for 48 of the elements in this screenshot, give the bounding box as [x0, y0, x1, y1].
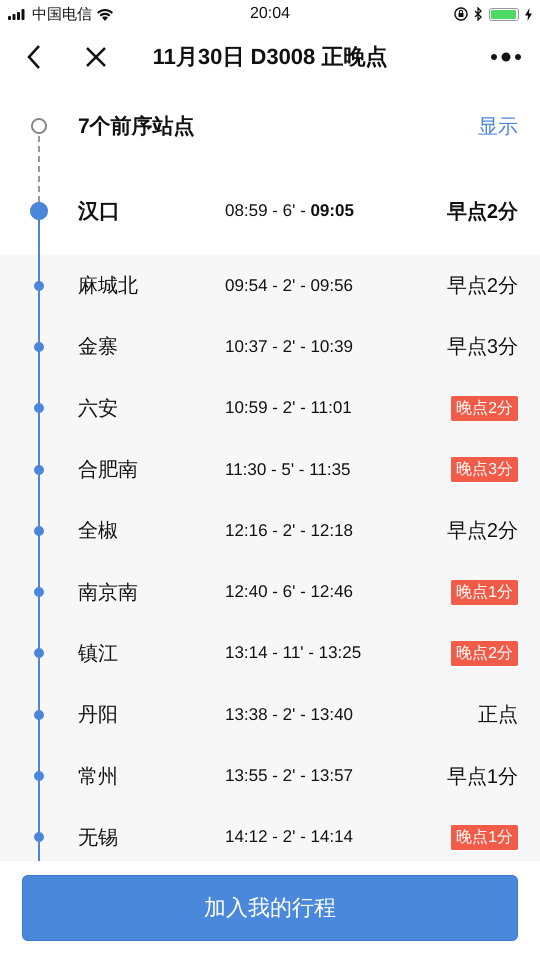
station-name: 合肥南: [78, 458, 139, 484]
station-name: 全椒: [78, 519, 119, 544]
stop-circle: [31, 118, 47, 134]
stop-times: 14:12 - 2' - 14:14: [225, 827, 354, 848]
delay-badge: 晚点2分: [451, 396, 518, 421]
status-text: 早点3分: [446, 335, 518, 360]
stop-times: 13:38 - 2' - 13:40: [225, 704, 354, 725]
status-text: 早点2分: [446, 274, 518, 300]
clock-time: 20:04: [250, 5, 290, 23]
status-text: 正点: [478, 703, 518, 728]
stop-times: 10:59 - 2' - 11:01: [225, 398, 353, 418]
charging-bolt-icon: [525, 8, 532, 20]
status-text: 早点2分: [446, 200, 518, 224]
stop-times: 10:37 - 2' - 10:39: [225, 336, 354, 357]
station-name: 常州: [78, 764, 119, 790]
station-name: 丹阳: [78, 703, 119, 728]
back-icon[interactable]: [27, 44, 41, 70]
previous-stops-label: 7个前序站点: [78, 114, 196, 140]
rotation-lock-icon: [454, 7, 468, 21]
station-name: 六安: [78, 396, 119, 422]
station-name: 金寨: [78, 335, 119, 360]
show-link[interactable]: 显示: [478, 112, 518, 140]
delay-badge: 晚点1分: [451, 580, 518, 605]
delay-badge: 晚点3分: [451, 457, 518, 482]
station-name: 镇江: [78, 642, 119, 667]
wifi-icon: [96, 8, 114, 20]
stop-times: 09:54 - 2' - 09:56: [225, 276, 354, 296]
delay-badge: 晚点2分: [451, 640, 518, 666]
more-icon[interactable]: [490, 52, 522, 62]
delay-badge: 晚点1分: [451, 824, 518, 850]
battery-icon: [489, 8, 519, 20]
station-name: 南京南: [78, 580, 139, 606]
status-text: 早点1分: [446, 764, 518, 790]
stop-times: 11:30 - 5' - 11:35: [225, 460, 352, 480]
page-title: 11月30日 D3008 正晚点: [152, 42, 388, 70]
station-name: 麻城北: [78, 274, 139, 300]
station-name: 汉口: [78, 199, 121, 225]
bluetooth-icon: [474, 7, 483, 21]
station-name: 无锡: [78, 826, 119, 851]
stop-times: 13:14 - 11' - 13:25: [225, 643, 362, 664]
stop-times: 08:59 - 6' - 09:05: [225, 201, 355, 221]
stop-times: 13:55 - 2' - 13:57: [225, 766, 354, 786]
status-text: 早点2分: [446, 519, 518, 544]
carrier-name: 中国电信: [32, 4, 92, 24]
add-trip-button[interactable]: 加入我的行程: [22, 875, 518, 941]
stop-times: 12:40 - 6' - 12:46: [225, 582, 354, 602]
stop-times: 12:16 - 2' - 12:18: [225, 520, 354, 541]
close-icon[interactable]: [85, 46, 107, 68]
